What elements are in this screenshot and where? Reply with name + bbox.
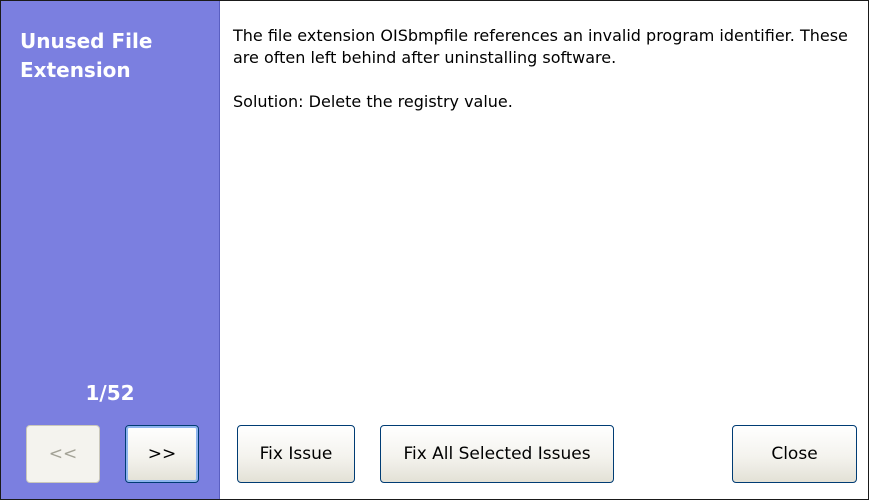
page-counter: 1/52 xyxy=(85,381,135,405)
fix-all-selected-button[interactable]: Fix All Selected Issues xyxy=(380,425,614,483)
next-button[interactable]: >> xyxy=(125,425,199,483)
issue-dialog: Unused File Extension 1/52 << >> The fil… xyxy=(0,0,869,500)
issue-category-title: Unused File Extension xyxy=(20,29,153,82)
issue-description: The file extension OISbmpfile references… xyxy=(233,25,863,113)
solution-text: Solution: Delete the registry value. xyxy=(233,92,513,111)
fix-issue-button[interactable]: Fix Issue xyxy=(237,425,355,483)
description-text: The file extension OISbmpfile references… xyxy=(233,26,848,67)
sidebar: Unused File Extension 1/52 << >> xyxy=(1,1,220,499)
previous-button[interactable]: << xyxy=(26,425,100,483)
close-button[interactable]: Close xyxy=(732,425,857,483)
